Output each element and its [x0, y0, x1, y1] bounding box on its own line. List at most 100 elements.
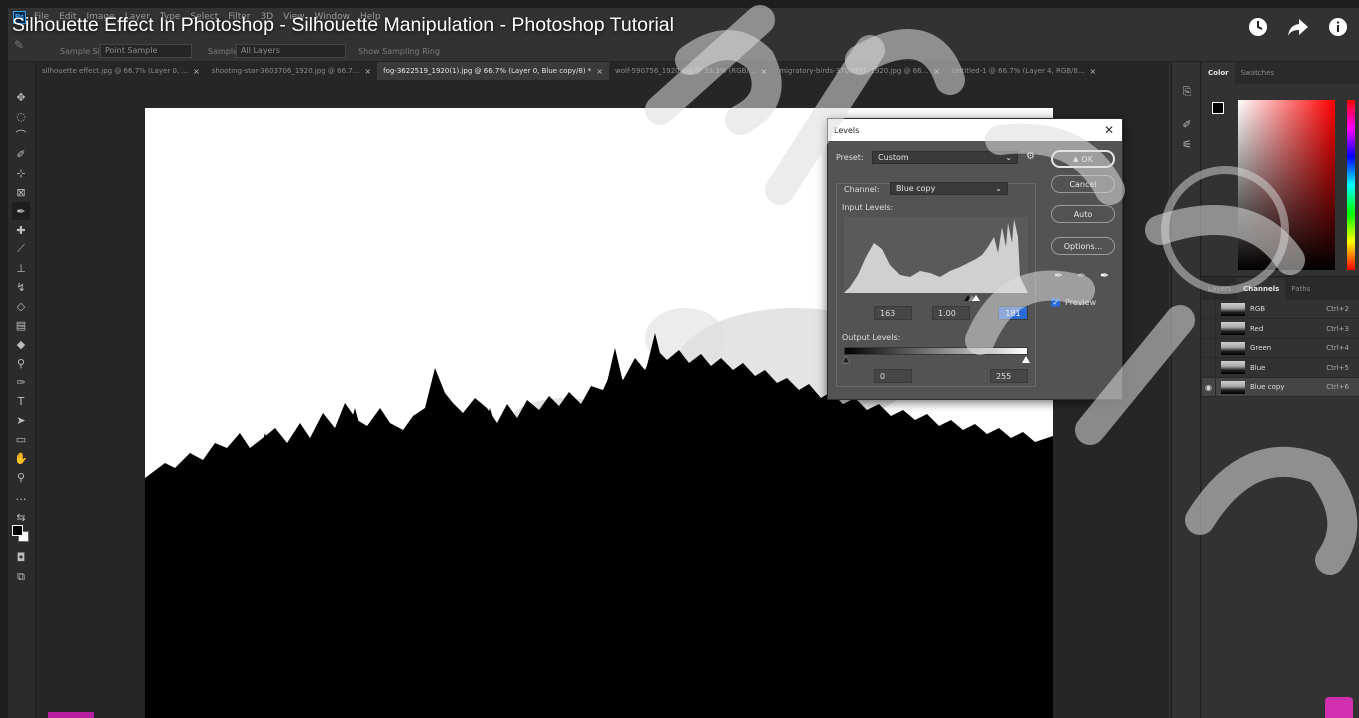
watch-later-clock-icon[interactable]: [1247, 16, 1269, 38]
close-tab-icon[interactable]: ×: [364, 67, 371, 76]
channel-row[interactable]: RGB Ctrl+2: [1202, 299, 1359, 319]
visibility-eye-icon[interactable]: [1202, 338, 1216, 358]
close-tab-icon[interactable]: ×: [596, 67, 603, 76]
history-brush-tool-icon[interactable]: ↯: [12, 278, 30, 296]
eyedropper-tool-icon[interactable]: ✒: [12, 202, 30, 220]
output-black-field[interactable]: 0: [874, 369, 912, 383]
input-levels-slider[interactable]: [844, 293, 1028, 303]
quick-mask-icon[interactable]: ◘: [12, 548, 30, 566]
channel-row[interactable]: Blue Ctrl+5: [1202, 358, 1359, 378]
document-tab[interactable]: shooting-star-3603706_1920.jpg @ 66.7...…: [206, 62, 377, 80]
channel-shortcut: Ctrl+2: [1326, 305, 1349, 313]
marquee-tool-icon[interactable]: ◌: [12, 107, 30, 125]
foreground-color-swatch[interactable]: [12, 525, 23, 536]
auto-button[interactable]: Auto: [1051, 205, 1115, 223]
brush-tool-icon[interactable]: ⟋: [12, 240, 30, 258]
clone-stamp-tool-icon[interactable]: ⊥: [12, 259, 30, 277]
document-tab-label: fog-3622519_1920(1).jpg @ 66.7% (Layer 0…: [383, 67, 592, 75]
ok-button-label: OK: [1081, 154, 1093, 164]
output-black-slider-handle: [842, 355, 851, 364]
visibility-eye-icon[interactable]: [1202, 319, 1216, 338]
tab-channels[interactable]: Channels: [1237, 278, 1286, 300]
crop-tool-icon[interactable]: ⊹: [12, 164, 30, 182]
input-white-field[interactable]: 181: [998, 306, 1028, 320]
white-eyedropper-icon[interactable]: ✒: [1100, 269, 1109, 282]
dodge-tool-icon[interactable]: ⚲: [12, 354, 30, 372]
eraser-tool-icon[interactable]: ◇: [12, 297, 30, 315]
hue-slider[interactable]: [1347, 100, 1355, 270]
rectangle-tool-icon[interactable]: ▭: [12, 430, 30, 448]
preset-options-gear-icon[interactable]: ⚙: [1026, 151, 1035, 162]
path-selection-tool-icon[interactable]: ➤: [12, 411, 30, 429]
document-tab[interactable]: silhouette effect.jpg @ 66.7% (Layer 0, …: [36, 62, 206, 80]
sample-select[interactable]: All Layers: [236, 44, 346, 58]
document-tab[interactable]: fog-3622519_1920(1).jpg @ 66.7% (Layer 0…: [377, 62, 609, 80]
hand-tool-icon[interactable]: ✋: [12, 449, 30, 467]
channel-logo-bottom-left: [48, 712, 94, 718]
close-tab-icon[interactable]: ×: [193, 67, 200, 76]
preset-select[interactable]: Custom ⌄: [872, 151, 1018, 164]
ok-button[interactable]: ▲ OK: [1051, 150, 1115, 168]
output-white-field[interactable]: 255: [990, 369, 1028, 383]
move-tool-icon[interactable]: ✥: [12, 88, 30, 106]
channel-name: RGB: [1250, 305, 1266, 313]
history-panel-icon[interactable]: ⎘: [1179, 84, 1195, 100]
tab-color[interactable]: Color: [1202, 62, 1235, 84]
share-arrow-icon[interactable]: [1287, 16, 1309, 38]
pen-tool-icon[interactable]: ✑: [12, 373, 30, 391]
cancel-button[interactable]: Cancel: [1051, 175, 1115, 193]
close-icon[interactable]: ✕: [1104, 123, 1114, 137]
lasso-tool-icon[interactable]: ⌒: [12, 126, 30, 144]
gray-eyedropper-icon[interactable]: ✒: [1077, 269, 1086, 282]
info-icon[interactable]: [1327, 16, 1349, 38]
preview-checkbox[interactable]: ✓: [1051, 298, 1060, 307]
video-title: Silhouette Effect In Photoshop - Silhoue…: [12, 14, 674, 36]
blur-tool-icon[interactable]: ◆: [12, 335, 30, 353]
healing-brush-tool-icon[interactable]: ✚: [12, 221, 30, 239]
channel-select[interactable]: Blue copy ⌄: [890, 182, 1008, 195]
output-levels-slider[interactable]: [842, 355, 1032, 364]
color-picker-field[interactable]: [1238, 100, 1335, 270]
document-tab[interactable]: migratory-birds-3700977_1920.jpg @ 66...…: [773, 62, 946, 80]
cursor-arrow-icon: ▲: [1073, 155, 1079, 163]
document-tab-label: wolf-590756_1920.jpg @ 33.3% (RGB/...: [615, 67, 756, 75]
channel-shortcut: Ctrl+4: [1326, 344, 1349, 352]
tab-swatches[interactable]: Swatches: [1235, 62, 1280, 84]
histogram: [844, 217, 1028, 293]
visibility-eye-icon[interactable]: [1202, 358, 1216, 377]
visibility-eye-icon[interactable]: ◉: [1202, 377, 1216, 397]
document-tab-label: migratory-birds-3700977_1920.jpg @ 66...: [779, 67, 929, 75]
close-tab-icon[interactable]: ×: [1090, 67, 1097, 76]
more-tools-icon[interactable]: …: [12, 487, 30, 505]
document-tab[interactable]: Untitled-1 @ 66.7% (Layer 4, RGB/8... ×: [946, 62, 1102, 80]
channel-name: Red: [1250, 324, 1264, 333]
swap-colors-icon[interactable]: ⇆: [12, 508, 30, 526]
adjustments-icon[interactable]: ⚟: [1179, 136, 1195, 152]
black-eyedropper-icon[interactable]: ✒: [1054, 269, 1063, 282]
frame-tool-icon[interactable]: ⊠: [12, 183, 30, 201]
channel-label: Channel:: [844, 185, 880, 194]
zoom-tool-icon[interactable]: ⚲: [12, 468, 30, 486]
channel-thumbnail: [1221, 341, 1245, 355]
options-button[interactable]: Options...: [1051, 237, 1115, 255]
close-tab-icon[interactable]: ×: [760, 67, 767, 76]
gradient-tool-icon[interactable]: ▤: [12, 316, 30, 334]
channel-row[interactable]: Green Ctrl+4: [1202, 338, 1359, 358]
document-tab[interactable]: wolf-590756_1920.jpg @ 33.3% (RGB/... ×: [609, 62, 773, 80]
channel-name: Blue: [1250, 363, 1266, 372]
channel-row[interactable]: ◉ Blue copy Ctrl+6: [1202, 377, 1359, 397]
quick-select-tool-icon[interactable]: ✐: [12, 145, 30, 163]
brush-settings-icon[interactable]: ✐: [1179, 116, 1195, 132]
type-tool-icon[interactable]: T: [12, 392, 30, 410]
tab-layers[interactable]: Layers: [1202, 278, 1237, 300]
screen-mode-icon[interactable]: ⧉: [12, 568, 30, 586]
visibility-eye-icon[interactable]: [1202, 299, 1216, 319]
input-black-field[interactable]: 163: [874, 306, 912, 320]
foreground-color-swatch[interactable]: [1212, 102, 1224, 114]
input-gamma-field[interactable]: 1.00: [932, 306, 970, 320]
sample-size-select[interactable]: Point Sample: [100, 44, 192, 58]
channel-row[interactable]: Red Ctrl+3: [1202, 319, 1359, 339]
close-tab-icon[interactable]: ×: [933, 67, 940, 76]
show-sampling-ring-checkbox[interactable]: Show Sampling Ring: [358, 47, 440, 56]
tab-paths[interactable]: Paths: [1285, 278, 1316, 300]
